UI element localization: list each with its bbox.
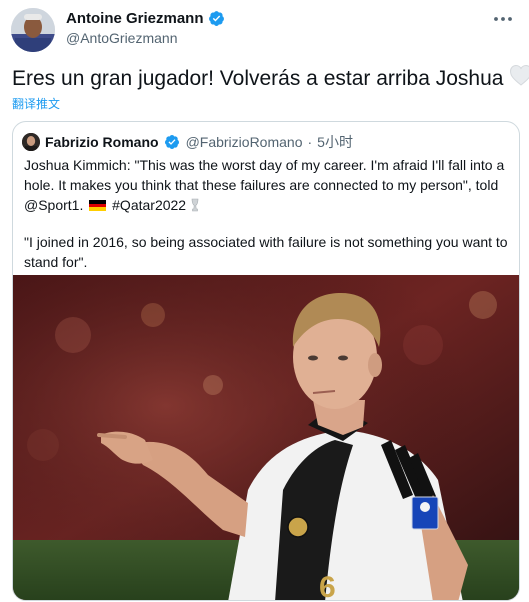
author-handle[interactable]: @AntoGriezmann [66,30,177,46]
quoted-tweet-header: Fabrizio Romano @FabrizioRomano · 5小时 [22,132,353,152]
white-heart-emoji [509,64,529,94]
more-options-button[interactable] [491,8,515,28]
verified-badge-icon [208,10,225,27]
quoted-tweet-card[interactable]: Fabrizio Romano @FabrizioRomano · 5小时 Jo… [12,121,520,601]
author-avatar[interactable] [11,8,55,52]
germany-flag-emoji [89,200,107,211]
more-horizontal-icon [493,9,513,27]
quoted-paragraph-2: "I joined in 2016, so being associated w… [24,234,508,270]
quoted-tweet-photo[interactable]: 6 [13,275,519,601]
quoted-tweet-body: Joshua Kimmich: "This was the worst day … [24,155,512,272]
verified-badge-icon [164,134,181,151]
tweet-text-content: Eres un gran jugador! Volverás a estar a… [12,67,504,90]
separator-dot: · [307,134,313,150]
shirt-number: 6 [319,571,336,601]
quoted-author-avatar[interactable] [22,133,40,151]
quoted-author-handle[interactable]: @FabrizioRomano [186,134,303,150]
quoted-paragraph-1: Joshua Kimmich: "This was the worst day … [24,155,512,215]
qatar2022-hashtag[interactable]: #Qatar2022 [112,197,186,213]
author-name[interactable]: Antoine Griezmann [66,10,204,27]
quoted-author-name[interactable]: Fabrizio Romano [45,134,159,150]
tweet-text: Eres un gran jugador! Volverás a estar a… [12,64,529,94]
trophy-emoji [190,197,200,213]
translate-tweet-link[interactable]: 翻译推文 [12,95,60,112]
author-name-row[interactable]: Antoine Griezmann [66,10,225,27]
quoted-timestamp[interactable]: 5小时 [317,132,353,152]
